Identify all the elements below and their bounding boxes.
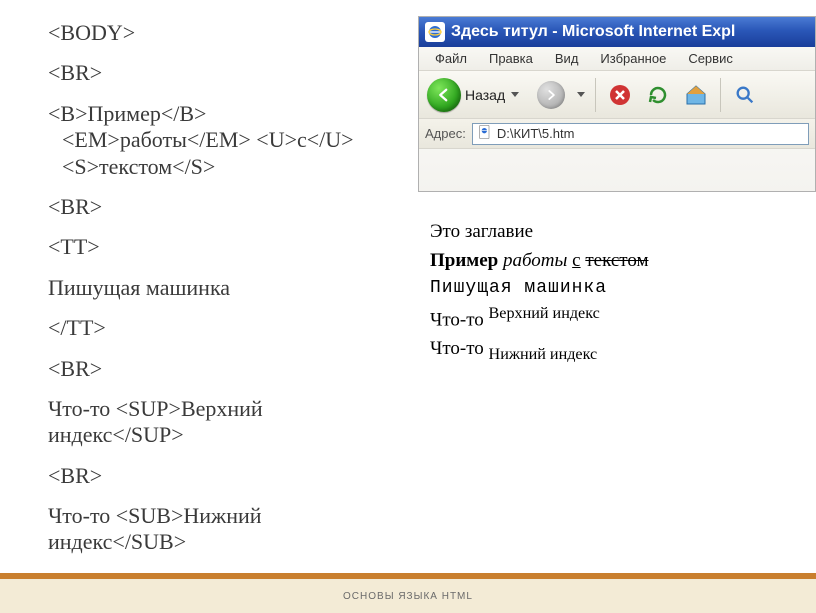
italic-text: работы: [503, 250, 567, 271]
code-line: <BR>: [48, 463, 388, 489]
code-listing: <BODY> <BR> <B>Пример</B> <EM>работы</EM…: [48, 20, 388, 610]
toolbar: Назад: [419, 71, 815, 119]
rendered-sub-line: Что-то Нижний индекс: [430, 335, 800, 367]
menu-view[interactable]: Вид: [545, 49, 589, 68]
titlebar: Здесь титул - Microsoft Internet Expl: [419, 17, 815, 47]
menu-service[interactable]: Сервис: [678, 49, 743, 68]
rendered-style-line: Пример работы с текстом: [430, 247, 800, 276]
rendered-heading: Это заглавие: [430, 218, 800, 247]
address-field[interactable]: D:\КИТ\5.htm: [472, 123, 809, 145]
rendered-output: Это заглавие Пример работы с текстом Пиш…: [430, 218, 800, 367]
back-label: Назад: [465, 87, 505, 103]
footer-text: ОСНОВЫ ЯЗЫКА HTML: [343, 591, 473, 602]
page-icon: [477, 124, 493, 143]
toolbar-separator: [720, 78, 721, 112]
rendered-sup-line: Что-то Верхний индекс: [430, 302, 800, 335]
code-line: <BR>: [48, 60, 388, 86]
ie-logo-icon: [425, 22, 445, 42]
menu-favorites[interactable]: Избранное: [590, 49, 676, 68]
underline-text: с: [572, 250, 580, 271]
rendered-tt: Пишущая машинка: [430, 275, 800, 302]
browser-window: Здесь титул - Microsoft Internet Expl Фа…: [418, 16, 816, 192]
code-line: Пишущая машинка: [48, 275, 388, 301]
menu-edit[interactable]: Правка: [479, 49, 543, 68]
code-line: Что-то <SUB>Нижний индекс</SUB>: [48, 503, 388, 556]
bold-text: Пример: [430, 250, 498, 271]
strike-text: текстом: [585, 250, 648, 271]
code-line: </TT>: [48, 315, 388, 341]
code-line: Что-то <SUP>Верхний индекс</SUP>: [48, 396, 388, 449]
menubar: Файл Правка Вид Избранное Сервис: [419, 47, 815, 71]
code-line: <BODY>: [48, 20, 388, 46]
back-arrow-icon: [427, 78, 461, 112]
footer-band: ОСНОВЫ ЯЗЫКА HTML: [0, 573, 816, 613]
home-icon[interactable]: [682, 81, 710, 109]
window-title: Здесь титул - Microsoft Internet Expl: [451, 23, 735, 41]
chevron-down-icon: [511, 92, 519, 97]
chevron-down-icon: [577, 92, 585, 97]
slide: <BODY> <BR> <B>Пример</B> <EM>работы</EM…: [0, 0, 816, 613]
sub-text: Нижний индекс: [489, 346, 598, 363]
menu-file[interactable]: Файл: [425, 49, 477, 68]
refresh-icon[interactable]: [644, 81, 672, 109]
address-bar: Адрес: D:\КИТ\5.htm: [419, 119, 815, 149]
forward-button[interactable]: [537, 81, 565, 109]
address-label: Адрес:: [425, 126, 466, 141]
code-line: <B>Пример</B> <EM>работы</EM> <U>с</U> <…: [48, 101, 388, 180]
code-line: <TT>: [48, 234, 388, 260]
stop-icon[interactable]: [606, 81, 634, 109]
code-line: <BR>: [48, 356, 388, 382]
back-button[interactable]: Назад: [427, 77, 527, 113]
address-value: D:\КИТ\5.htm: [497, 126, 575, 141]
toolbar-separator: [595, 78, 596, 112]
sup-text: Верхний индекс: [489, 305, 600, 322]
search-icon[interactable]: [731, 81, 759, 109]
code-line: <BR>: [48, 194, 388, 220]
